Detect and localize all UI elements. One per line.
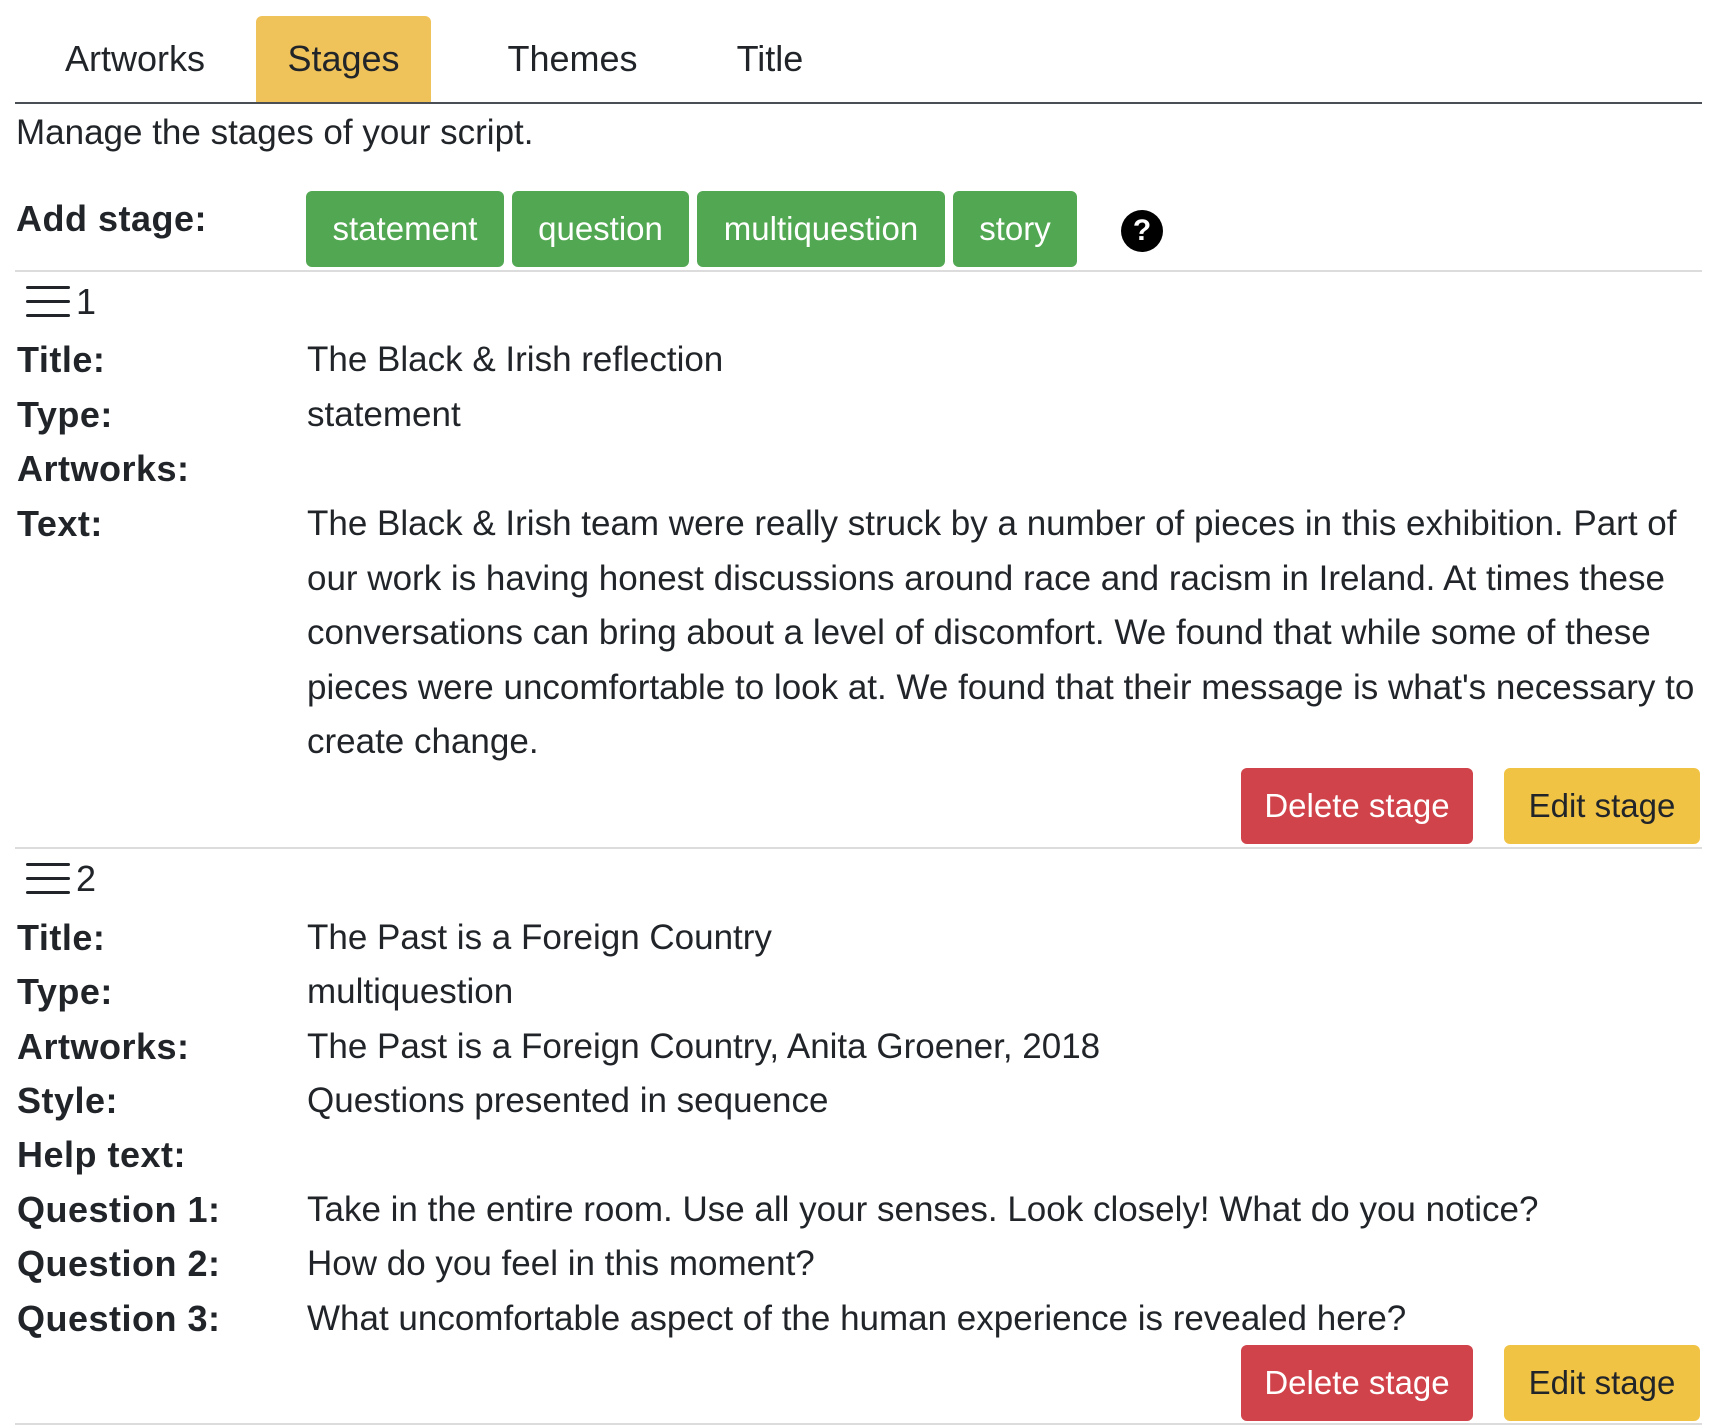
field-value-question-2: How do you feel in this moment?	[307, 1244, 815, 1283]
add-story-button[interactable]: story	[953, 191, 1077, 267]
field-label-text: Text:	[17, 503, 103, 544]
field-label-title: Title:	[17, 339, 106, 380]
tab-themes[interactable]: Themes	[475, 16, 670, 102]
field-value-type: statement	[307, 395, 461, 434]
field-value-style: Questions presented in sequence	[307, 1081, 829, 1120]
help-icon[interactable]: ?	[1121, 210, 1163, 252]
field-label-artworks: Artworks:	[17, 1026, 190, 1067]
divider	[15, 270, 1702, 272]
field-label-style: Style:	[17, 1080, 119, 1121]
field-label-type: Type:	[17, 971, 113, 1012]
add-stage-label: Add stage:	[16, 198, 208, 239]
delete-stage-button[interactable]: Delete stage	[1241, 768, 1473, 844]
field-value-title: The Past is a Foreign Country	[307, 918, 772, 957]
field-label-type: Type:	[17, 394, 113, 435]
add-question-button[interactable]: question	[512, 191, 689, 267]
field-label-question-2: Question 2:	[17, 1243, 221, 1284]
tab-stages[interactable]: Stages	[256, 16, 431, 102]
stage-number: 2	[76, 858, 97, 899]
delete-stage-button[interactable]: Delete stage	[1241, 1345, 1473, 1421]
field-label-question-1: Question 1:	[17, 1189, 221, 1230]
field-value-question-3: What uncomfortable aspect of the human e…	[307, 1299, 1407, 1338]
divider	[15, 1423, 1702, 1425]
page-description: Manage the stages of your script.	[16, 113, 534, 152]
drag-handle-icon[interactable]	[26, 283, 70, 321]
tab-artworks[interactable]: Artworks	[35, 16, 235, 102]
stage-number: 1	[76, 281, 97, 322]
edit-stage-button[interactable]: Edit stage	[1504, 768, 1700, 844]
field-label-help-text: Help text:	[17, 1134, 187, 1175]
field-value-question-1: Take in the entire room. Use all your se…	[307, 1190, 1539, 1229]
field-label-artworks: Artworks:	[17, 448, 190, 489]
field-value-title: The Black & Irish reflection	[307, 340, 724, 379]
tab-bar: Artworks Stages Themes Title	[15, 16, 1702, 104]
divider	[15, 847, 1702, 849]
add-multiquestion-button[interactable]: multiquestion	[697, 191, 945, 267]
edit-stage-button[interactable]: Edit stage	[1504, 1345, 1700, 1421]
field-label-title: Title:	[17, 917, 106, 958]
add-statement-button[interactable]: statement	[306, 191, 504, 267]
field-value-text: The Black & Irish team were really struc…	[307, 504, 1695, 761]
field-value-artworks: The Past is a Foreign Country, Anita Gro…	[307, 1027, 1101, 1066]
drag-handle-icon[interactable]	[26, 860, 70, 898]
field-label-question-3: Question 3:	[17, 1298, 221, 1339]
tab-title[interactable]: Title	[705, 16, 835, 102]
field-value-type: multiquestion	[307, 972, 514, 1011]
